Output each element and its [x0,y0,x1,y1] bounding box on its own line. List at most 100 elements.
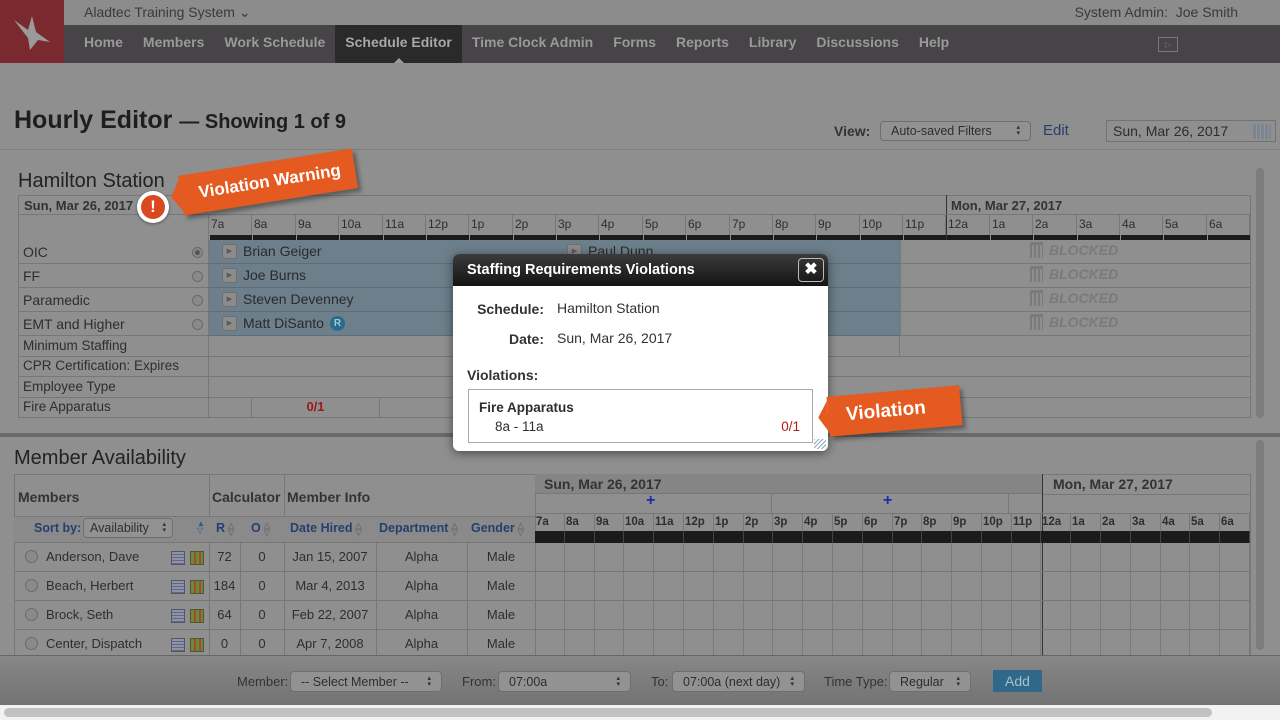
shift-item[interactable]: ▶ Steven Devenney [222,291,354,307]
member-radio[interactable] [25,637,38,650]
availability-icon[interactable] [190,580,204,594]
availability-icon[interactable] [190,551,204,565]
hour-header: 8p [922,513,952,531]
member-name[interactable]: Beach, Herbert [46,578,133,593]
close-icon[interactable]: ✖ [798,258,824,282]
user-info: System Admin: Joe Smith [1075,4,1238,20]
hour-header: 8a [565,513,595,531]
sort-o[interactable]: O △ ▽ [251,521,270,536]
schedule-icon[interactable] [171,638,185,652]
sort-r[interactable]: R △ ▽ [216,521,234,536]
role-radio[interactable] [192,271,203,282]
date-label: Date: [508,331,544,347]
schedule-icon[interactable] [171,551,185,565]
column-header: Date Hired [290,521,353,535]
sort-date-hired[interactable]: Date Hired △ ▽ [290,521,362,536]
role-radio[interactable] [192,295,203,306]
sort-arrows-icon[interactable]: △ ▽ [518,521,524,536]
app-logo[interactable] [0,0,64,63]
schedule-icon[interactable] [171,580,185,594]
info-label: Minimum Staffing [18,336,209,357]
member-name[interactable]: Center, Dispatch [46,636,142,651]
hour-bar [863,531,893,543]
schedule-icon[interactable] [171,609,185,623]
app-switcher[interactable]: Aladtec Training System ⌄ [84,4,251,21]
nav-discussions[interactable]: Discussions [806,25,908,63]
scrollbar-thumb[interactable] [4,708,1212,717]
edit-link[interactable]: Edit [1043,122,1069,139]
role-label: EMT and Higher [18,312,209,336]
sort-department[interactable]: Department △ ▽ [379,521,458,536]
play-icon[interactable]: ▶ [222,267,237,283]
sort-arrows-icon[interactable]: ▲ ▽ [197,520,205,535]
trash-icon[interactable] [1030,242,1043,258]
shift-item[interactable]: ▶ Joe Burns [222,267,306,283]
add-shift-plus-icon[interactable]: + [883,492,892,510]
sort-gender[interactable]: Gender △ ▽ [471,521,524,536]
member-name[interactable]: Brock, Seth [46,607,113,622]
sort-arrows-icon[interactable]: △ ▽ [228,521,234,536]
member-radio[interactable] [25,608,38,621]
member-name[interactable]: Anderson, Dave [46,549,139,564]
time-type-select[interactable]: Regular [889,671,971,692]
hour-header: 10p [860,214,903,235]
member-radio[interactable] [25,550,38,563]
member-select[interactable]: -- Select Member -- [290,671,442,692]
nav-time-clock-admin[interactable]: Time Clock Admin [462,25,603,63]
divider [0,149,1280,150]
date-input[interactable]: Sun, Mar 26, 2017 [1106,120,1276,142]
calendar-icon[interactable] [1253,124,1271,139]
hour-bar [1101,531,1131,543]
sort-arrows-icon[interactable]: △ ▽ [451,521,457,536]
play-icon[interactable]: ▶ [222,291,237,307]
sort-arrows-icon[interactable]: △ ▽ [264,521,270,536]
video-icon[interactable]: ▷ [1158,37,1178,52]
nav-members[interactable]: Members [133,25,214,63]
info-label: Employee Type [18,376,209,398]
nav-work-schedule[interactable]: Work Schedule [214,25,335,63]
nav-reports[interactable]: Reports [666,25,739,63]
view-select[interactable]: Auto-saved Filters [880,121,1031,141]
day-header: Sun, Mar 26, 2017 [24,198,134,213]
shift-item[interactable]: ▶ Matt DiSanto R [222,315,345,331]
from-select[interactable]: 07:00a [498,671,631,692]
trash-icon[interactable] [1030,266,1043,282]
sort-arrows-icon[interactable]: △ ▽ [356,521,362,536]
nav-schedule-editor[interactable]: Schedule Editor [335,25,462,63]
role-label: Paramedic [18,288,209,312]
role-radio[interactable] [192,247,203,258]
violation-warning-icon[interactable]: ! [137,191,169,223]
nav-home[interactable]: Home [74,25,133,63]
availability-icon[interactable] [190,638,204,652]
role-radio[interactable] [192,319,203,330]
vertical-scrollbar[interactable] [1256,168,1264,418]
trash-icon[interactable] [1030,314,1043,330]
vertical-scrollbar[interactable] [1256,440,1264,650]
sort-select[interactable]: Availability [83,518,173,538]
nav-forms[interactable]: Forms [603,25,666,63]
member-radio[interactable] [25,579,38,592]
schedule-value: Hamilton Station [557,300,660,316]
resize-handle[interactable] [814,439,826,449]
dialog-header: Staffing Requirements Violations ✖ [453,254,828,286]
play-icon[interactable]: ▶ [222,243,237,259]
hour-header: 3p [773,513,803,531]
hour-header: 11p [903,214,946,235]
add-shift-plus-icon[interactable]: + [646,492,655,510]
add-button[interactable]: Add [993,670,1042,692]
nav-library[interactable]: Library [739,25,806,63]
nav-help[interactable]: Help [909,25,959,63]
hour-header: 1p [714,513,744,531]
employee-name: Joe Burns [243,267,307,283]
row-line [14,600,1251,601]
member-r: 184 [213,578,236,593]
trash-icon[interactable] [1030,290,1043,306]
shift-item[interactable]: ▶ Brian Geiger [222,243,322,259]
user-name[interactable]: Joe Smith [1176,4,1238,20]
violation-value: 0/1 [781,419,800,434]
main-nav: Home Members Work Schedule Schedule Editor T… [64,25,1280,63]
to-select[interactable]: 07:00a (next day) [672,671,805,692]
availability-icon[interactable] [190,609,204,623]
play-icon[interactable]: ▶ [222,315,237,331]
fire-apparatus-violation[interactable]: 0/1 [251,397,380,418]
